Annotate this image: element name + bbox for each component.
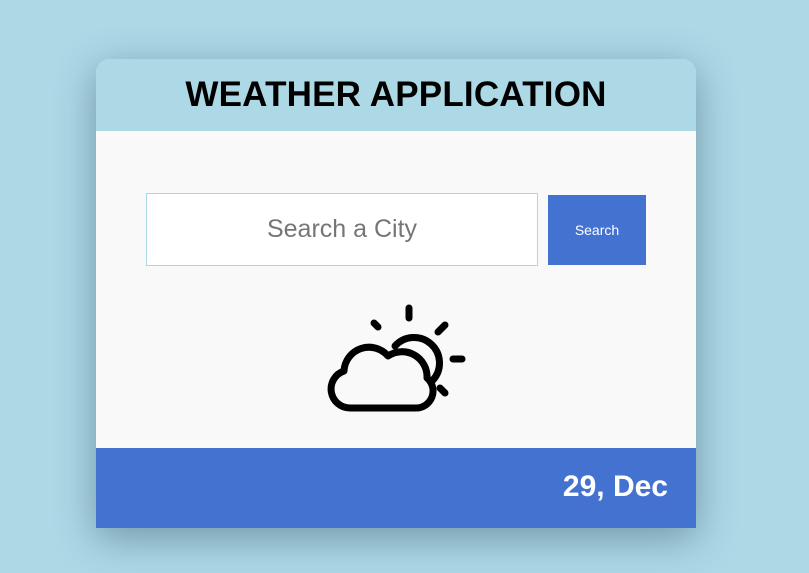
weather-card: WEATHER APPLICATION Search 29, Dec [96,59,696,528]
app-title: WEATHER APPLICATION [185,75,607,114]
partly-cloudy-icon [327,304,466,412]
date-label: 29, Dec [562,470,668,503]
date-bar: 29, Dec [96,448,696,528]
search-button[interactable]: Search [548,195,646,265]
city-search-input[interactable] [146,193,538,266]
app-header: WEATHER APPLICATION [96,59,696,131]
